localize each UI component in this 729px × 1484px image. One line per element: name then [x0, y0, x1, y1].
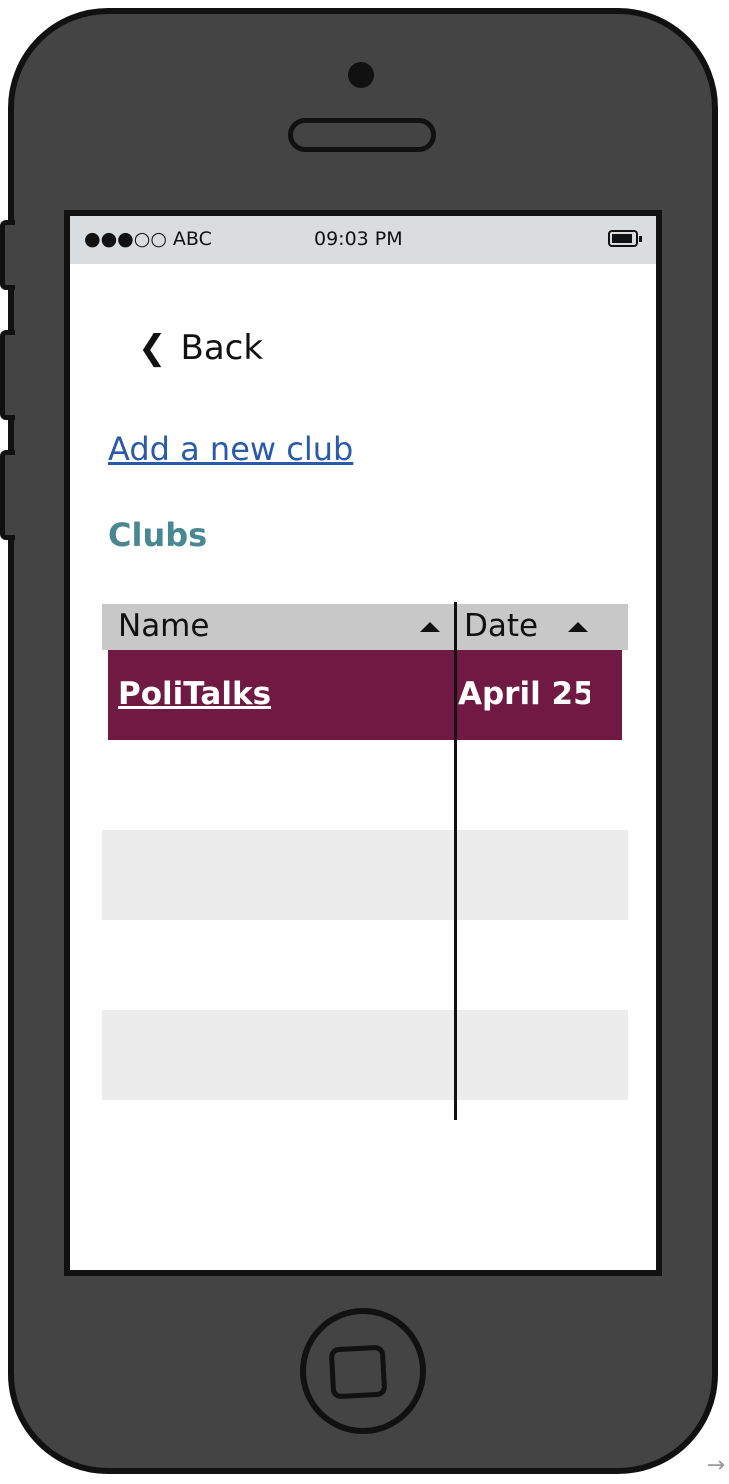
- status-time: 09:03 PM: [314, 228, 403, 250]
- section-title: Clubs: [108, 516, 208, 554]
- phone-silent-switch: [0, 220, 15, 290]
- earpiece-speaker: [288, 118, 436, 152]
- back-label: Back: [180, 328, 264, 368]
- back-button[interactable]: ❮ Back: [138, 328, 263, 368]
- table-row-empty: [102, 740, 628, 830]
- front-camera: [348, 62, 374, 88]
- carrier-signal: ●●●○○ ABC: [84, 228, 212, 250]
- table-header: Name Date: [102, 604, 628, 650]
- column-header-name[interactable]: Name: [118, 608, 209, 644]
- phone-volume-down-button: [0, 450, 15, 540]
- table-row-empty: [102, 830, 628, 920]
- table-row-empty: [102, 920, 628, 1010]
- chevron-left-icon: ❮: [138, 328, 167, 368]
- add-club-link[interactable]: Add a new club: [108, 430, 353, 468]
- home-button-icon: [328, 1344, 388, 1400]
- clubs-table: Name Date PoliTalks April 25: [102, 604, 628, 1100]
- status-bar: ●●●○○ ABC 09:03 PM: [70, 216, 656, 264]
- arrow-right-icon: →: [706, 1453, 725, 1478]
- battery-icon: [608, 230, 642, 247]
- sort-up-icon[interactable]: [420, 622, 440, 632]
- table-row[interactable]: PoliTalks April 25: [108, 650, 622, 740]
- sort-up-icon[interactable]: [568, 622, 588, 632]
- club-date: April 25: [458, 676, 590, 712]
- table-row-empty: [102, 1010, 628, 1100]
- club-name-link[interactable]: PoliTalks: [118, 676, 271, 712]
- column-header-date[interactable]: Date: [464, 608, 538, 644]
- column-resize-divider[interactable]: [454, 602, 457, 1120]
- phone-volume-up-button: [0, 330, 15, 420]
- phone-screen: ●●●○○ ABC 09:03 PM ❮ Back Add a new club…: [64, 210, 662, 1276]
